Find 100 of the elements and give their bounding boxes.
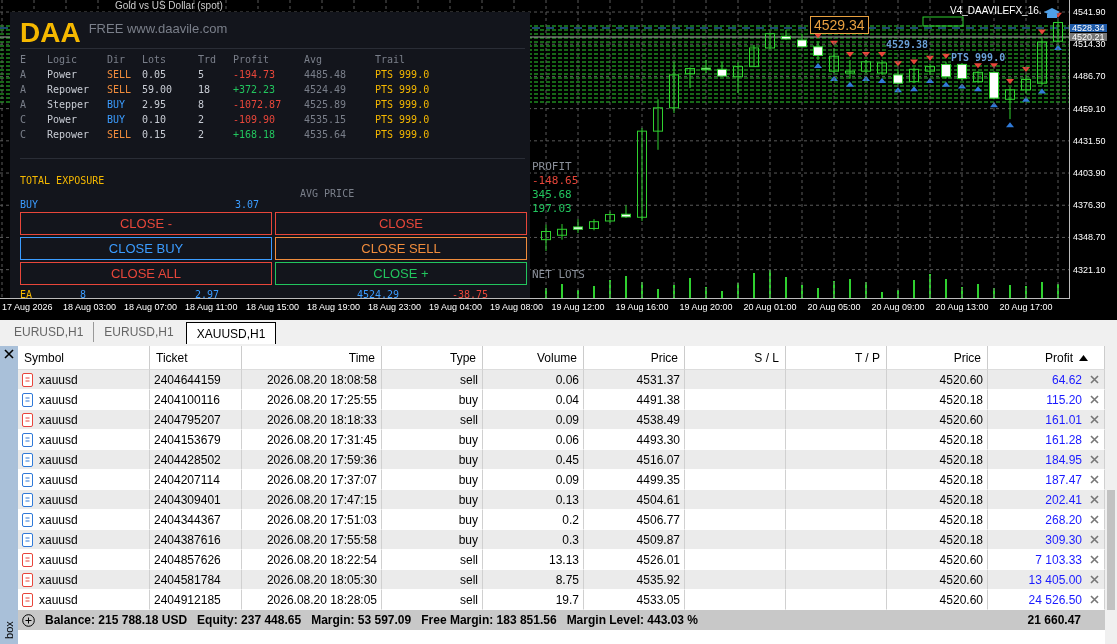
- direction-text: BUY: [107, 113, 127, 127]
- cell-text: Repower: [47, 128, 91, 142]
- scrollbar[interactable]: [1105, 346, 1117, 644]
- price-axis-label: 4376.30: [1073, 201, 1106, 210]
- close-button[interactable]: CLOSE BUY: [20, 237, 272, 260]
- cell-text: 4535.64: [304, 128, 348, 142]
- chart-tab[interactable]: EURUSD,H1: [4, 322, 94, 342]
- candle: [1005, 86, 1015, 120]
- column-header: Profit: [233, 53, 271, 67]
- table-cell: 4531.37: [584, 370, 685, 390]
- candle: [541, 224, 551, 252]
- column-header[interactable]: Profit: [988, 346, 1105, 370]
- time-axis-label: 20 Aug 13:00: [935, 303, 989, 311]
- table-cell: 2404428502: [150, 450, 242, 470]
- symbol-text: xauusd: [39, 512, 78, 527]
- table-cell: 2026.08.20 18:05:30: [242, 570, 382, 590]
- candle: [941, 61, 951, 80]
- symbol-text: xauusd: [39, 412, 78, 427]
- column-header[interactable]: S / L: [685, 346, 786, 370]
- close-order-icon[interactable]: [1090, 475, 1099, 484]
- column-header[interactable]: Price: [584, 346, 685, 370]
- column-header[interactable]: Price: [887, 346, 988, 370]
- close-order-icon[interactable]: [1090, 455, 1099, 464]
- column-header[interactable]: T / P: [786, 346, 887, 370]
- close-icon[interactable]: [4, 349, 14, 359]
- close-order-icon[interactable]: [1090, 575, 1099, 584]
- close-order-icon[interactable]: [1090, 535, 1099, 544]
- close-order-icon[interactable]: [1090, 395, 1099, 404]
- column-header: Trd: [198, 53, 218, 67]
- expand-icon[interactable]: [22, 613, 35, 627]
- cell-text: BUY: [20, 199, 40, 211]
- close-order-icon[interactable]: [1090, 555, 1099, 564]
- bid-price-label: 4520.21: [1070, 32, 1107, 41]
- column-header[interactable]: Symbol: [18, 346, 150, 370]
- table-cell: 0.45: [483, 450, 584, 470]
- chart-tab[interactable]: EURUSD,H1: [93, 322, 184, 342]
- close-order-icon[interactable]: [1090, 415, 1099, 424]
- close-button[interactable]: CLOSE ALL: [20, 262, 272, 285]
- close-order-icon[interactable]: [1090, 515, 1099, 524]
- close-button[interactable]: CLOSE: [275, 212, 527, 235]
- column-header[interactable]: Type: [382, 346, 483, 370]
- profit-cell-text: 309.30: [1044, 532, 1083, 547]
- close-order-icon[interactable]: [1090, 495, 1099, 504]
- table-cell: 4538.49: [584, 410, 685, 430]
- expert-label: V4_DAAVILEFX_16.: [950, 5, 1042, 16]
- cell-text: 4525.89: [304, 98, 348, 112]
- profit-value: PROFIT: [532, 160, 572, 173]
- time-axis-label: 17 Aug 2026: [2, 303, 53, 311]
- profit-cell-text: 161.01: [1044, 412, 1083, 427]
- candle: [589, 218, 599, 231]
- table-cell: 0.13: [483, 490, 584, 510]
- cell-text: 2: [198, 113, 206, 127]
- profit-cell-text: 24 526.50: [1027, 592, 1083, 607]
- column-header: Logic: [47, 53, 79, 67]
- cell-text: EA: [20, 289, 34, 301]
- column-header: E: [20, 53, 28, 67]
- table-cell: 2026.08.20 18:18:33: [242, 410, 382, 430]
- time-axis-label: 20 Aug 17:00: [999, 303, 1053, 311]
- profit-value: 345.68: [532, 188, 572, 201]
- column-header[interactable]: Volume: [483, 346, 584, 370]
- cell-text: C: [20, 113, 28, 127]
- close-button[interactable]: CLOSE -: [20, 212, 272, 235]
- cell-text: C: [20, 128, 28, 142]
- cell-text: 5: [198, 68, 206, 82]
- close-button[interactable]: CLOSE SELL: [275, 237, 527, 260]
- close-order-icon[interactable]: [1090, 375, 1099, 384]
- close-order-icon[interactable]: [1090, 595, 1099, 604]
- time-axis-label: 20 Aug 09:00: [871, 303, 925, 311]
- table-cell: 4520.18: [887, 490, 988, 510]
- total-profit: 21 660.47: [988, 610, 1105, 630]
- candle: [1053, 20, 1063, 43]
- column-header: Trail: [375, 53, 407, 67]
- chart-tab[interactable]: XAUUSD,H1: [185, 322, 277, 344]
- cell-text: 4524.49: [304, 83, 348, 97]
- candle: [813, 40, 823, 61]
- cell-text: 3.07: [235, 199, 260, 211]
- profit-cell-text: 268.20: [1044, 512, 1083, 527]
- close-order-icon[interactable]: [1090, 435, 1099, 444]
- close-button[interactable]: CLOSE +: [275, 262, 527, 285]
- account-summary-text: Free Margin: 183 851.56: [421, 613, 557, 627]
- account-summary-text: Balance: 215 788.18 USD: [45, 613, 188, 627]
- symbol-text: xauusd: [39, 592, 78, 607]
- profit-text: +372.23: [233, 83, 277, 97]
- cell-text: 2: [198, 128, 206, 142]
- time-axis-label: 19 Aug 12:00: [551, 303, 605, 311]
- column-header[interactable]: Ticket: [150, 346, 242, 370]
- graduation-cap-icon: [1044, 8, 1060, 18]
- price-axis-label: 4431.50: [1073, 136, 1106, 145]
- column-header: Avg: [304, 53, 324, 67]
- cell-text: 8: [198, 98, 206, 112]
- column-header[interactable]: Time: [242, 346, 382, 370]
- candle: [797, 33, 807, 49]
- table-cell: 2026.08.20 17:55:58: [242, 530, 382, 550]
- candle: [893, 68, 903, 85]
- table-cell: 0.3: [483, 530, 584, 550]
- profit-cell-text: 202.41: [1044, 492, 1083, 507]
- candle: [557, 223, 567, 241]
- direction-text: SELL: [107, 128, 133, 142]
- price-level-label: 4529.34: [810, 16, 869, 34]
- profit-cell-text: 64.62: [1050, 372, 1083, 387]
